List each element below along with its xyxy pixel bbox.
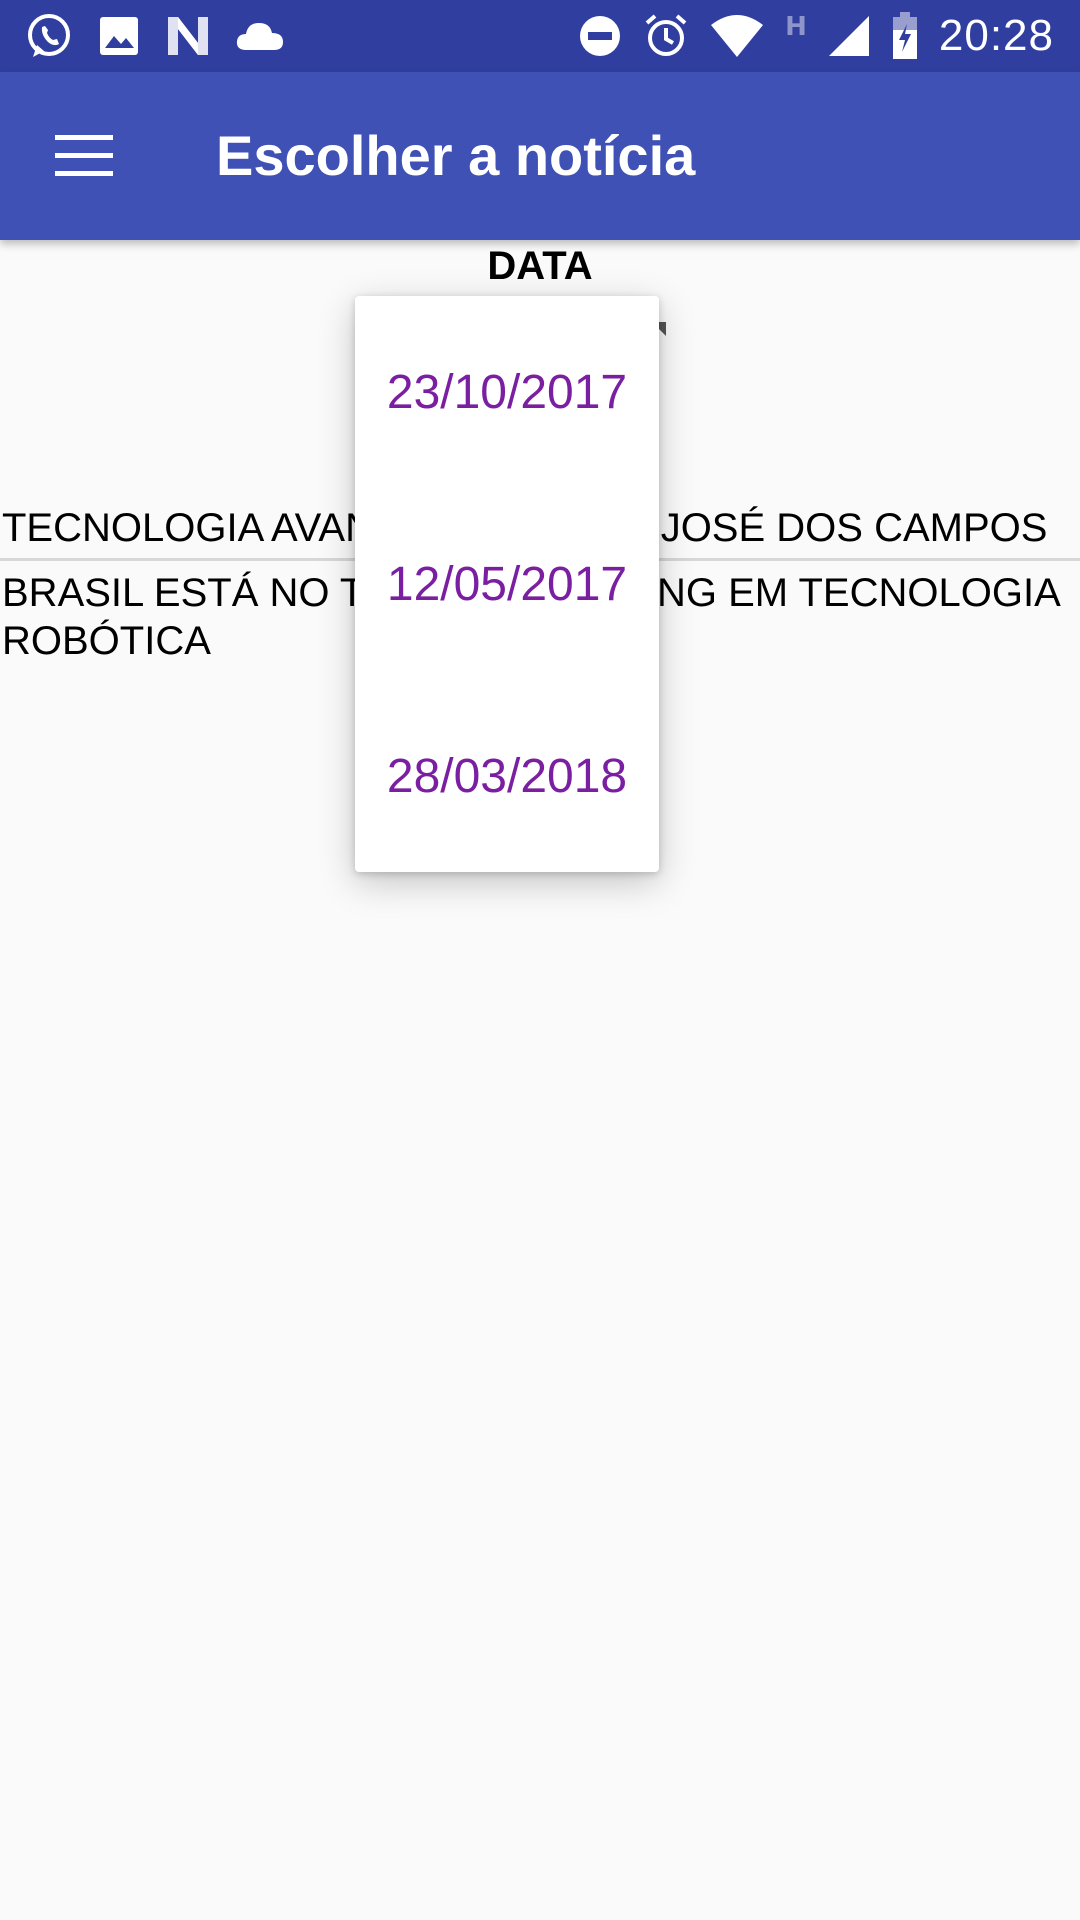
n-app-icon	[164, 13, 212, 59]
network-type-label: H	[785, 12, 807, 42]
signal-icon	[827, 14, 871, 58]
cloud-icon	[234, 16, 286, 56]
wifi-icon	[709, 13, 765, 59]
gallery-icon	[96, 13, 142, 59]
app-bar: Escolher a notícia	[0, 72, 1080, 240]
status-bar: H 20:28	[0, 0, 1080, 72]
do-not-disturb-icon	[577, 13, 623, 59]
page-title: Escolher a notícia	[216, 124, 696, 187]
date-filter-label: DATA	[487, 244, 593, 288]
status-bar-notifications	[24, 0, 286, 72]
status-time: 20:28	[938, 11, 1054, 60]
screen: H 20:28 Escolher a notícia DATA TECNOLOG…	[0, 0, 1080, 1920]
dropdown-option-2[interactable]: 12/05/2017	[355, 488, 659, 680]
hamburger-menu-icon	[55, 135, 113, 176]
dropdown-option-1[interactable]: 23/10/2017	[355, 296, 659, 488]
status-bar-system: H 20:28	[577, 0, 1054, 72]
date-dropdown: 23/10/2017 12/05/2017 28/03/2018	[355, 296, 659, 872]
battery-charging-icon	[891, 12, 919, 60]
menu-button[interactable]	[40, 112, 128, 200]
whatsapp-icon	[24, 11, 74, 61]
dropdown-option-3[interactable]: 28/03/2018	[355, 680, 659, 872]
alarm-icon	[643, 13, 689, 59]
